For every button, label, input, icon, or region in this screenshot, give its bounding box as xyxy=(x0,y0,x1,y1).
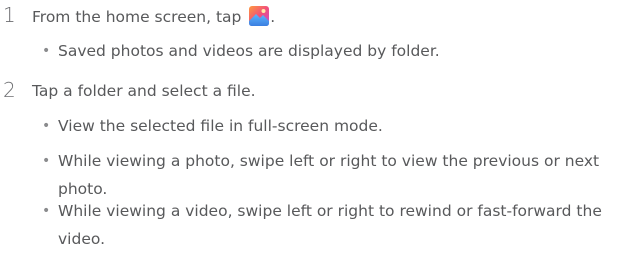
bullet-dot: • xyxy=(42,153,51,169)
step-instruction-period: . xyxy=(270,8,276,26)
step-number: 1 xyxy=(3,3,16,27)
step-instruction-text: From the home screen, tap xyxy=(32,8,247,26)
bullet-text: While viewing a photo, swipe left or rig… xyxy=(58,152,600,198)
step-instruction: From the home screen, tap . xyxy=(32,5,275,28)
bullet-text: While viewing a video, swipe left or rig… xyxy=(58,202,602,248)
bullet-dot: • xyxy=(42,118,51,134)
step-instruction: Tap a folder and select a file. xyxy=(32,82,256,100)
bullet-dot: • xyxy=(42,43,51,59)
bullet-dot: • xyxy=(42,203,51,219)
gallery-app-icon xyxy=(249,6,270,26)
bullet-text: View the selected file in full-screen mo… xyxy=(58,117,383,135)
step-number: 2 xyxy=(3,78,16,102)
bullet-text: Saved photos and videos are displayed by… xyxy=(58,42,440,60)
